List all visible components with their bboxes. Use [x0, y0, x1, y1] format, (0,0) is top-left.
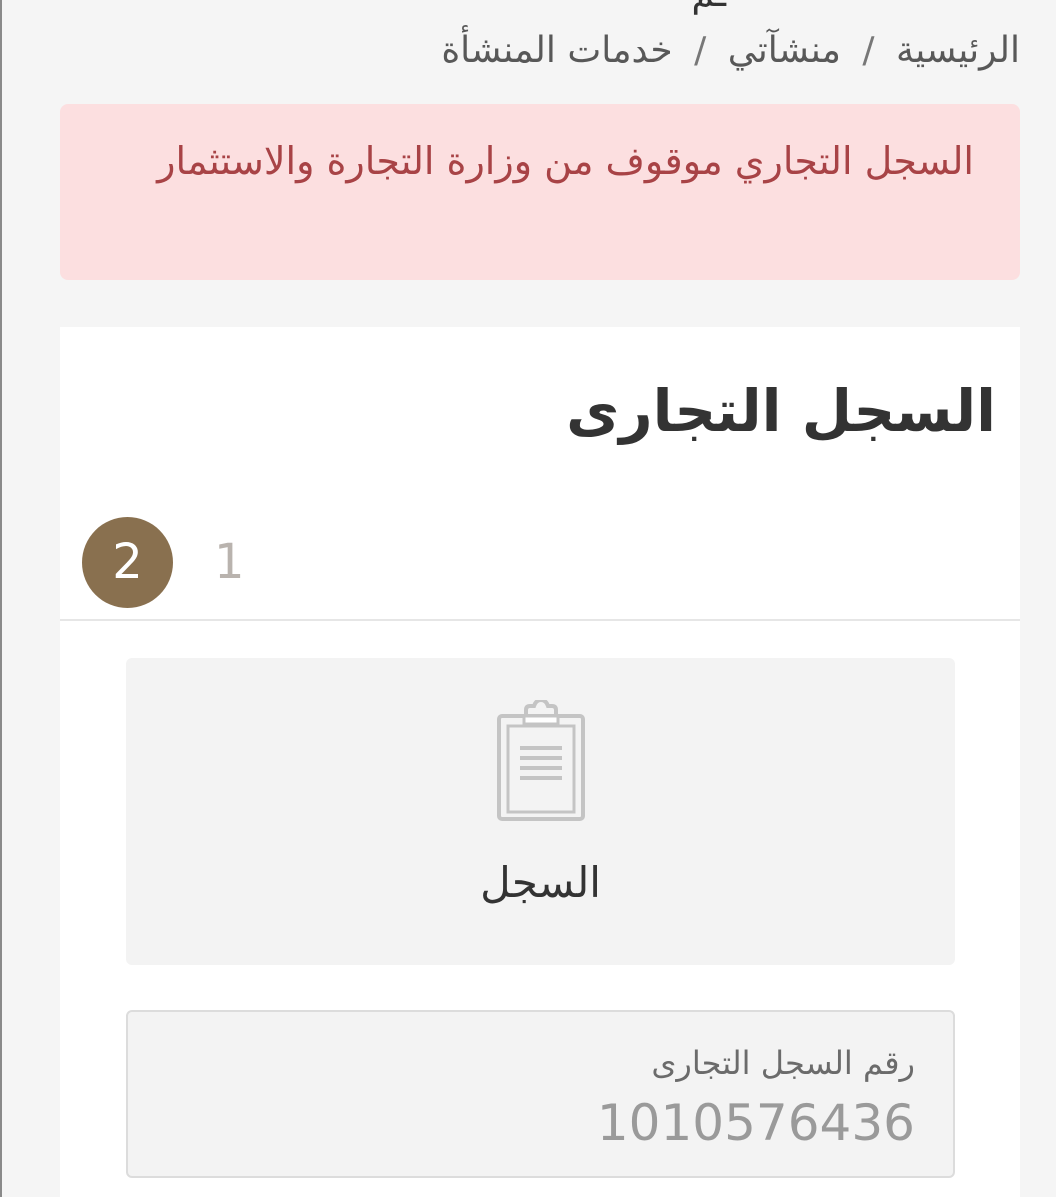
commercial-register-number-field: رقم السجل التجارى 1010576436	[126, 1010, 955, 1178]
step-active[interactable]: 2	[82, 517, 173, 608]
field-value: 1010576436	[596, 1094, 915, 1152]
register-document-tile[interactable]: السجل	[126, 658, 955, 965]
field-label: رقم السجل التجارى	[651, 1044, 915, 1082]
breadcrumb: الرئيسية / منشآتي / خدمات المنشأة	[441, 30, 1020, 71]
alert-message: السجل التجاري موقوف من وزارة التجارة وال…	[157, 139, 974, 183]
breadcrumb-separator: /	[694, 30, 707, 71]
clipboard-icon	[497, 700, 585, 821]
error-alert: السجل التجاري موقوف من وزارة التجارة وال…	[60, 104, 1020, 280]
commercial-register-card: السجل التجارى 2 1 السجل رقم السجل التجار…	[60, 327, 1020, 1197]
card-title: السجل التجارى	[566, 377, 996, 445]
divider	[60, 619, 1020, 621]
breadcrumb-separator: /	[862, 30, 875, 71]
page-title-partial: ـم	[691, 0, 726, 15]
document-tile-label: السجل	[480, 858, 601, 907]
viewport-left-border	[0, 0, 2, 1197]
breadcrumb-home[interactable]: الرئيسية	[896, 30, 1020, 71]
step-inactive[interactable]: 1	[214, 527, 245, 597]
breadcrumb-my-establishments[interactable]: منشآتي	[728, 30, 841, 71]
breadcrumb-establishment-services: خدمات المنشأة	[441, 30, 673, 71]
